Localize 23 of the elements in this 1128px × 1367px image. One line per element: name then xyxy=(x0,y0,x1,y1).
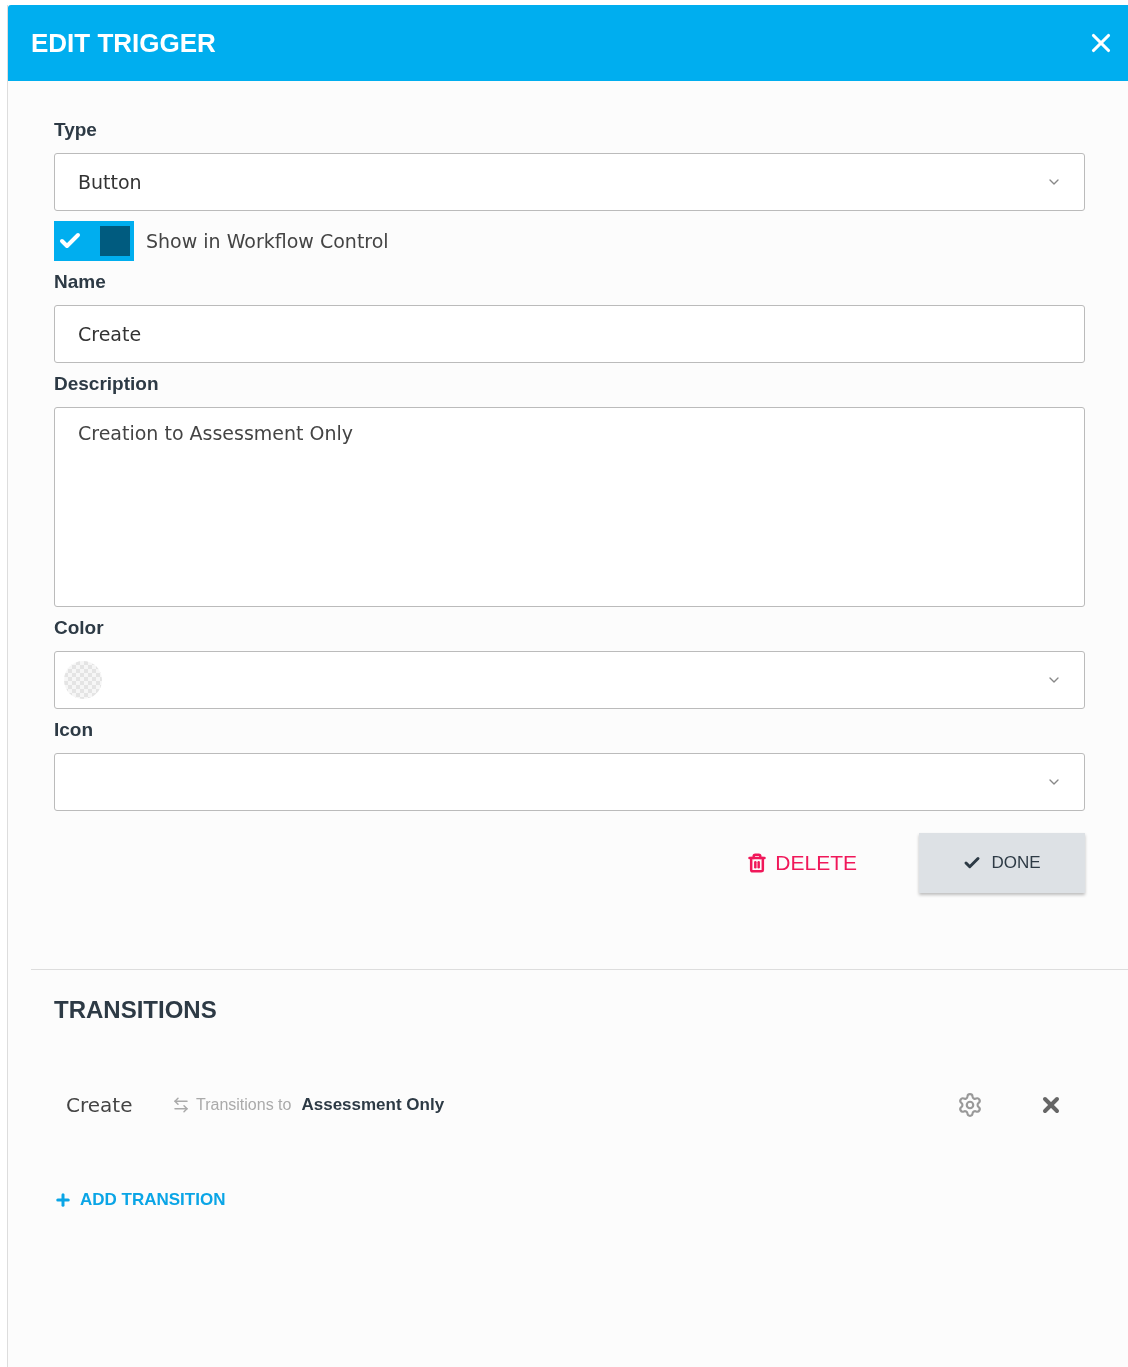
settings-icon xyxy=(957,1092,983,1118)
color-dropdown[interactable] xyxy=(54,651,1085,709)
name-field[interactable]: Create xyxy=(54,305,1085,363)
done-button[interactable]: DONE xyxy=(919,833,1085,893)
type-dropdown[interactable]: Button xyxy=(54,153,1085,211)
transition-label: Transitions to xyxy=(196,1096,292,1114)
swap-icon xyxy=(172,1096,190,1114)
field-label: Icon xyxy=(54,719,95,741)
section-title: TRANSITIONS xyxy=(54,996,218,1024)
transition-target: Assessment Only xyxy=(301,1095,445,1115)
description-field[interactable]: Creation to Assessment Only xyxy=(54,407,1085,607)
field-label: Name xyxy=(54,271,107,293)
field-label: Color xyxy=(54,617,105,639)
dialog-title: EDIT TRIGGER xyxy=(31,27,216,59)
toggle-label: Show in Workflow Control xyxy=(146,230,389,252)
toggle-switch[interactable] xyxy=(54,221,134,261)
trash-icon xyxy=(747,853,768,873)
field-label: Description xyxy=(54,373,160,395)
delete-button[interactable]: DELETE xyxy=(741,850,863,876)
plus-icon xyxy=(54,1191,72,1209)
transition-name: Create xyxy=(66,1093,134,1117)
field-label: Type xyxy=(54,119,98,141)
icon-dropdown[interactable] xyxy=(54,753,1085,811)
